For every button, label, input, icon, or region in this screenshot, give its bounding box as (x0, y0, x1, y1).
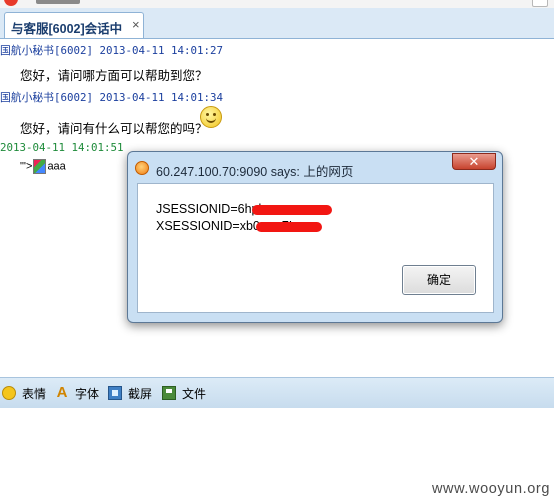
dialog-message-panel: JSESSIONID=6hpk XSESSIONID=xb07L 确定 (137, 183, 494, 313)
screenshot-icon (108, 386, 122, 400)
font-label: 字体 (75, 386, 100, 401)
window-title-obscured (36, 0, 80, 4)
screenshot-button[interactable]: 截屏 (108, 385, 152, 401)
message-header: 国航小秘书[6002] 2013-04-11 14:01:34 (0, 89, 223, 105)
redaction-mark (256, 222, 322, 232)
app-logo-icon (4, 0, 18, 6)
redaction-mark (252, 205, 332, 215)
message-header: 国航小秘书[6002] 2013-04-11 14:01:27 (0, 42, 223, 58)
smiley-icon (200, 106, 222, 128)
ok-button[interactable]: 确定 (402, 265, 476, 295)
watermark: www.wooyun.org (431, 481, 550, 497)
tab-close-icon[interactable]: × (132, 17, 140, 32)
message-sender: 国航小秘书[6002] (0, 91, 93, 104)
dialog-close-button[interactable]: ✕ (452, 153, 496, 170)
broken-image-icon (33, 159, 47, 174)
file-button[interactable]: 文件 (162, 385, 206, 401)
alert-dialog: 60.247.100.70:9090 says: 上的网页 ✕ JSESSION… (127, 151, 503, 323)
tab-chat-session[interactable]: 与客服[6002]会话中 × (4, 12, 144, 38)
file-label: 文件 (182, 386, 207, 401)
font-button[interactable]: A 字体 (55, 385, 99, 401)
tab-bar: 与客服[6002]会话中 × (0, 8, 554, 39)
chat-toolbar: 表情 A 字体 截屏 文件 (0, 377, 554, 409)
browser-icon (135, 161, 149, 175)
message-time: 2013-04-11 14:01:51 (0, 141, 124, 154)
emoticon-label: 表情 (22, 386, 47, 401)
dialog-message-line: JSESSIONID=6hpk (156, 202, 265, 216)
message-text: 您好，请问哪方面可以帮助到您？ (20, 69, 208, 83)
file-icon (162, 386, 176, 400)
message-sender: 国航小秘书[6002] (0, 44, 93, 57)
dialog-title: 60.247.100.70:9090 says: 上的网页 (156, 165, 354, 179)
jsessionid-text: JSESSIONID=6hpk (156, 202, 265, 216)
message-time: 2013-04-11 14:01:27 (99, 44, 224, 57)
font-icon: A (56, 384, 68, 401)
tab-label: 与客服[6002]会话中 (11, 22, 123, 36)
own-message-text: "'> aaa (20, 159, 66, 174)
emoticon-button[interactable]: 表情 (2, 385, 46, 401)
own-message-header: 2013-04-11 14:01:51 (0, 141, 124, 154)
window-close-icon[interactable] (532, 0, 548, 7)
smiley-icon (2, 386, 16, 400)
xss-payload-suffix: aaa (47, 160, 66, 173)
xsessionid-text: XSESSIONID=xb0 (156, 219, 260, 233)
window-title-strip (0, 0, 554, 8)
message-time: 2013-04-11 14:01:34 (99, 91, 224, 104)
xss-payload-prefix: "'> (20, 160, 33, 173)
screenshot-label: 截屏 (128, 386, 153, 401)
message-text: 您好，请问有什么可以帮您的吗？ (20, 122, 208, 136)
